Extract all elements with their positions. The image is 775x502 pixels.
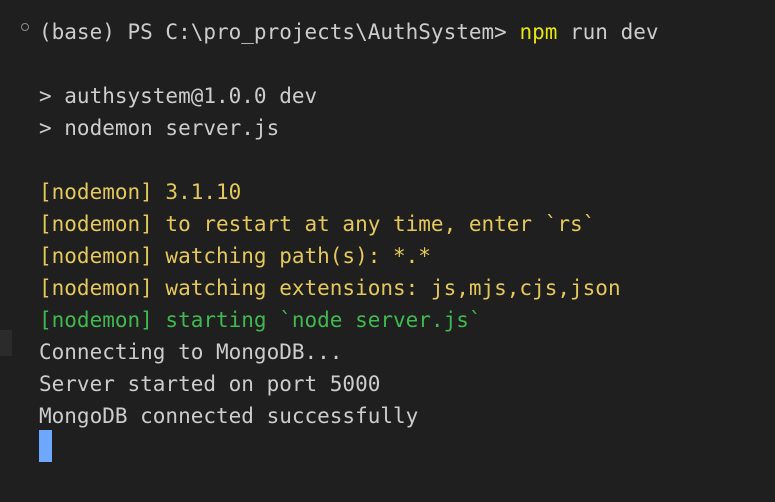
nodemon-info-line: [nodemon] watching path(s): *.* [39, 244, 431, 268]
nodemon-info-line: [nodemon] to restart at any time, enter … [39, 212, 596, 236]
terminal-panel[interactable]: (base) PS C:\pro_projects\AuthSystem> np… [0, 0, 775, 502]
prompt-args: run dev [557, 20, 659, 44]
output-line: Connecting to MongoDB... [39, 340, 343, 364]
script-header-line: > nodemon server.js [39, 116, 280, 140]
prompt-command: npm [519, 20, 558, 44]
output-line: MongoDB connected successfully [39, 404, 419, 428]
output-line: Server started on port 5000 [39, 372, 381, 396]
script-header-line: > authsystem@1.0.0 dev [39, 84, 318, 108]
prompt-prefix: (base) PS C:\pro_projects\AuthSystem> [39, 20, 520, 44]
nodemon-start-line: [nodemon] starting `node server.js` [39, 308, 482, 332]
terminal-cursor[interactable] [39, 430, 52, 462]
nodemon-info-line: [nodemon] watching extensions: js,mjs,cj… [39, 276, 621, 300]
command-status-circle-icon[interactable] [21, 23, 29, 31]
scroll-marker [0, 330, 12, 356]
prompt-line: (base) PS C:\pro_projects\AuthSystem> np… [39, 16, 659, 48]
nodemon-info-line: [nodemon] 3.1.10 [39, 180, 242, 204]
